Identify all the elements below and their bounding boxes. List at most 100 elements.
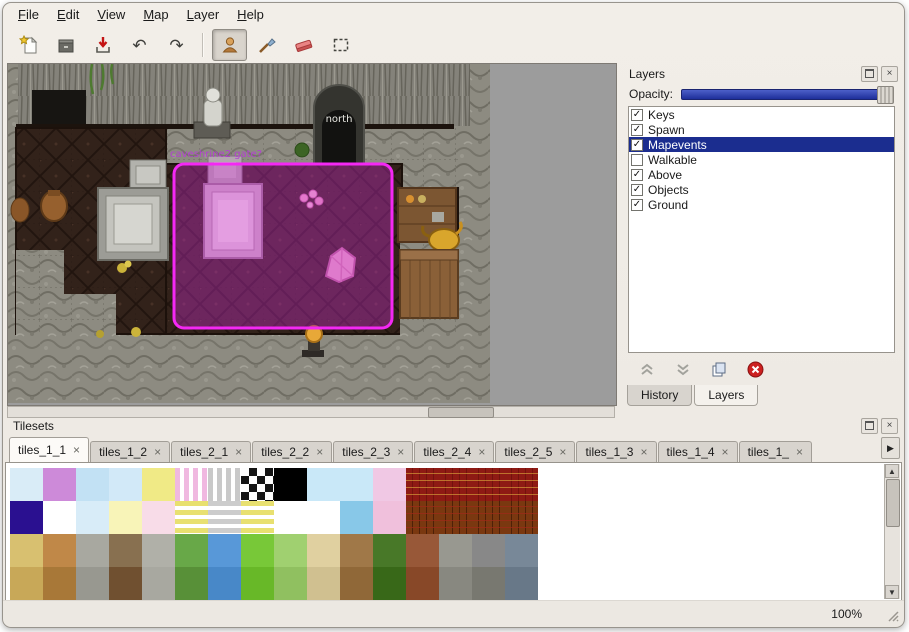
close-panel-button[interactable]: ×: [881, 418, 898, 434]
opacity-slider[interactable]: [681, 89, 894, 100]
close-panel-button[interactable]: ×: [881, 66, 898, 82]
tileset-tab-tiles_2_1[interactable]: tiles_2_1×: [171, 441, 251, 462]
tileset-tile[interactable]: [406, 567, 439, 600]
layer-checkbox[interactable]: ✓: [631, 184, 643, 196]
layer-row-ground[interactable]: ✓Ground: [629, 197, 894, 212]
tab-layers[interactable]: Layers: [694, 385, 758, 406]
close-icon[interactable]: ×: [154, 447, 161, 457]
close-icon[interactable]: ×: [478, 447, 485, 457]
eraser-tool-button[interactable]: [286, 29, 321, 61]
tileset-tile[interactable]: [307, 501, 340, 534]
tileset-tile[interactable]: [505, 567, 538, 600]
tileset-tile[interactable]: [43, 501, 76, 534]
layer-checkbox[interactable]: ✓: [631, 199, 643, 211]
tileset-tile[interactable]: [472, 501, 505, 534]
scroll-down-button[interactable]: ▼: [885, 585, 899, 599]
tileset-tile[interactable]: [439, 567, 472, 600]
tileset-tile[interactable]: [109, 501, 142, 534]
close-icon[interactable]: ×: [796, 447, 803, 457]
tileset-tile[interactable]: [307, 534, 340, 567]
tileset-tile[interactable]: [208, 534, 241, 567]
tileset-tile[interactable]: [340, 501, 373, 534]
layer-row-objects[interactable]: ✓Objects: [629, 182, 894, 197]
close-icon[interactable]: ×: [397, 447, 404, 457]
tileset-tile[interactable]: [76, 567, 109, 600]
tileset-tile[interactable]: [142, 468, 175, 501]
move-layer-up-button[interactable]: [635, 359, 659, 379]
float-panel-button[interactable]: [861, 418, 878, 434]
tileset-tile[interactable]: [109, 534, 142, 567]
tileset-tile[interactable]: [406, 534, 439, 567]
tileset-tile[interactable]: [439, 534, 472, 567]
move-layer-down-button[interactable]: [671, 359, 695, 379]
tileset-tile[interactable]: [472, 534, 505, 567]
tileset-tile[interactable]: [373, 567, 406, 600]
tileset-tile[interactable]: [274, 534, 307, 567]
tileset-tab-tiles_1_4[interactable]: tiles_1_4×: [658, 441, 738, 462]
menu-item-help[interactable]: Help: [228, 3, 273, 27]
tileset-tile[interactable]: [76, 501, 109, 534]
tileset-tile[interactable]: [10, 468, 43, 501]
tileset-tile[interactable]: [241, 534, 274, 567]
tileset-tile[interactable]: [76, 468, 109, 501]
float-panel-button[interactable]: [861, 66, 878, 82]
tileset-tile[interactable]: [43, 567, 76, 600]
new-file-button[interactable]: [11, 29, 46, 61]
layer-row-spawn[interactable]: ✓Spawn: [629, 122, 894, 137]
duplicate-layer-button[interactable]: [707, 359, 731, 379]
tileset-tile[interactable]: [76, 534, 109, 567]
menu-item-map[interactable]: Map: [134, 3, 177, 27]
tileset-tile[interactable]: [43, 468, 76, 501]
close-icon[interactable]: ×: [235, 447, 242, 457]
tileset-tile[interactable]: [10, 534, 43, 567]
tileset-tile[interactable]: [340, 567, 373, 600]
redo-button[interactable]: ↷: [159, 29, 194, 61]
menu-item-file[interactable]: File: [9, 3, 48, 27]
tileset-tile[interactable]: [10, 567, 43, 600]
tileset-tab-tiles_1_[interactable]: tiles_1_×: [739, 441, 812, 462]
menu-item-view[interactable]: View: [88, 3, 134, 27]
tileset-tile[interactable]: [241, 567, 274, 600]
tileset-tile[interactable]: [142, 534, 175, 567]
layer-checkbox[interactable]: ✓: [631, 169, 643, 181]
tileset-tab-tiles_2_2[interactable]: tiles_2_2×: [252, 441, 332, 462]
tileset-tab-tiles_1_3[interactable]: tiles_1_3×: [576, 441, 656, 462]
tileset-tile[interactable]: [175, 468, 208, 501]
tileset-tab-tiles_2_5[interactable]: tiles_2_5×: [495, 441, 575, 462]
scrollbar-handle[interactable]: [886, 479, 900, 527]
opacity-slider-handle[interactable]: [877, 86, 894, 104]
tileset-tab-tiles_2_4[interactable]: tiles_2_4×: [414, 441, 494, 462]
tileset-tile[interactable]: [472, 468, 505, 501]
tileset-tile[interactable]: [406, 501, 439, 534]
tileset-tile[interactable]: [109, 567, 142, 600]
tileset-tile[interactable]: [241, 501, 274, 534]
tileset-tile[interactable]: [43, 534, 76, 567]
brush-tool-button[interactable]: [249, 29, 284, 61]
tileset-vertical-scrollbar[interactable]: ▲ ▼: [884, 464, 900, 599]
tileset-tile[interactable]: [373, 501, 406, 534]
tileset-tile[interactable]: [274, 468, 307, 501]
layer-row-above[interactable]: ✓Above: [629, 167, 894, 182]
save-button[interactable]: [85, 29, 120, 61]
resize-grip[interactable]: [885, 608, 899, 622]
tileset-tile[interactable]: [505, 501, 538, 534]
tileset-tile[interactable]: [175, 501, 208, 534]
tileset-tile[interactable]: [373, 534, 406, 567]
tileset-tile[interactable]: [340, 534, 373, 567]
tileset-tile[interactable]: [439, 468, 472, 501]
layer-checkbox[interactable]: ✓: [631, 124, 643, 136]
tileset-tile[interactable]: [274, 567, 307, 600]
tab-scroll-right-button[interactable]: ▶: [881, 437, 900, 459]
tileset-tile[interactable]: [373, 468, 406, 501]
tileset-tab-tiles_1_1[interactable]: tiles_1_1×: [9, 437, 89, 462]
menu-item-edit[interactable]: Edit: [48, 3, 88, 27]
tileset-tile[interactable]: [175, 534, 208, 567]
layer-checkbox[interactable]: [631, 154, 643, 166]
tileset-tab-tiles_2_3[interactable]: tiles_2_3×: [333, 441, 413, 462]
tileset-tile[interactable]: [10, 501, 43, 534]
layer-row-mapevents[interactable]: ✓Mapevents: [629, 137, 894, 152]
close-icon[interactable]: ×: [316, 447, 323, 457]
tileset-tile[interactable]: [505, 534, 538, 567]
delete-layer-button[interactable]: [743, 359, 767, 379]
close-icon[interactable]: ×: [722, 447, 729, 457]
